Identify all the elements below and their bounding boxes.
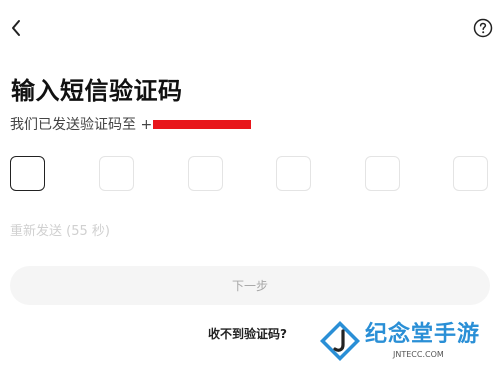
help-button[interactable] [473, 18, 493, 38]
code-box-5[interactable] [365, 156, 400, 191]
code-box-2[interactable] [99, 156, 134, 191]
resend-countdown: 重新发送 (55 秒) [10, 224, 110, 239]
page-title: 输入短信验证码 [11, 77, 183, 105]
watermark-logo: 纪念堂手游 JNTECC.COM [318, 320, 496, 362]
chevron-left-icon [12, 20, 20, 36]
code-box-6[interactable] [453, 156, 488, 191]
code-box-4[interactable] [276, 156, 311, 191]
question-circle-icon [473, 18, 493, 38]
back-button[interactable] [8, 16, 26, 40]
watermark-name: 纪念堂手游 [365, 322, 481, 347]
no-code-link[interactable]: 收不到验证码? [208, 326, 287, 342]
sent-to-text: 我们已发送验证码至 + [10, 116, 252, 134]
next-step-label: 下一步 [231, 279, 268, 293]
phone-number-redaction [153, 119, 252, 129]
next-step-button[interactable]: 下一步 [10, 266, 490, 305]
code-box-1[interactable] [10, 156, 45, 191]
watermark-domain: JNTECC.COM [393, 350, 444, 359]
code-box-3[interactable] [188, 156, 223, 191]
code-input-row [10, 156, 490, 194]
sent-to-prefix: 我们已发送验证码至 + [10, 117, 153, 133]
j-logo-icon [320, 321, 360, 361]
